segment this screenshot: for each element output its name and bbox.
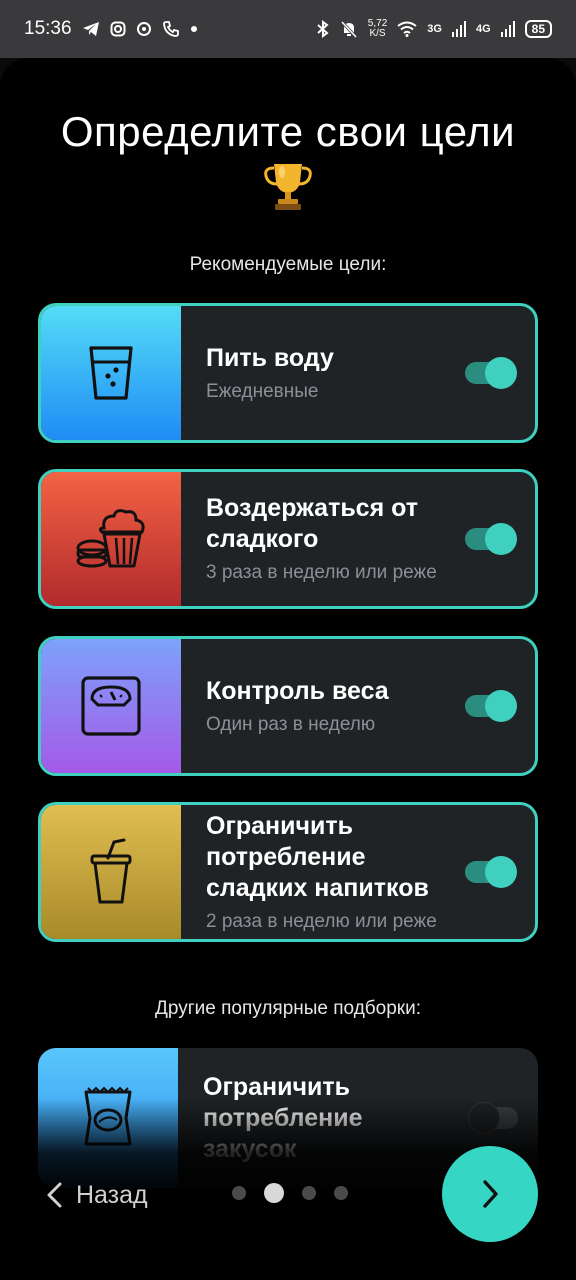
goal-toggle[interactable] [465,523,517,555]
page-dot [232,1186,246,1200]
goal-name: Ограничить потребление сладких напитков [206,811,429,902]
goal-text: Ограничить потребление сладких напитков … [206,805,451,939]
chevron-left-icon [47,1182,62,1208]
scale-icon [81,676,141,736]
page-dot [334,1186,348,1200]
goal-name: Контроль веса [206,676,389,705]
goal-name: Пить воду [206,343,334,372]
phone-call-icon [162,21,179,37]
toggle-knob [485,856,517,888]
goal-frequency: 2 раза в неделю или реже [206,910,437,932]
goal-thumb [41,805,181,939]
goal-card-sweets[interactable]: Воздержаться от сладкого 3 раза в неделю… [38,469,538,609]
status-time: 15:36 [24,18,72,39]
network-type-2: 4G [475,23,491,35]
chevron-right-icon [483,1180,498,1208]
telegram-icon [82,22,99,36]
goal-thumb [41,472,181,606]
goal-text: Воздержаться от сладкого 3 раза в неделю… [206,472,451,606]
app-notification-icon [136,22,151,36]
back-button[interactable]: Назад [44,1175,148,1215]
goal-card-water[interactable]: Пить воду Ежедневные [38,303,538,443]
goal-text: Пить воду Ежедневные [206,306,451,440]
signal-icon-2 [500,21,515,37]
bell-muted-icon [340,20,357,38]
goal-thumb [41,306,181,440]
bluetooth-icon [317,20,329,38]
battery-indicator: 85 [524,20,552,38]
page-dot-active [264,1183,284,1203]
goal-toggle[interactable] [465,690,517,722]
goal-text: Контроль веса Один раз в неделю [206,639,451,773]
next-button[interactable] [442,1146,538,1242]
page-title: Определите свои цели [60,108,516,155]
other-label: Другие популярные подборки: [154,998,422,1019]
recommended-label: Рекомендуемые цели: [189,254,387,275]
network-speed: 5,72 K/S [368,19,387,39]
network-type-1: 3G [427,23,442,35]
goal-frequency: Ежедневные [206,380,319,402]
page-dot [302,1186,316,1200]
signal-icon-1 [451,21,466,37]
back-label: Назад [76,1180,148,1209]
system-icons: 5,72 K/S 3G 4G 85 [316,19,552,39]
goal-card-sweet-drinks[interactable]: Ограничить потребление сладких напитков … [38,802,538,942]
wifi-icon [397,21,417,37]
goal-frequency: Один раз в неделю [206,713,376,735]
status-bar: 15:36 5,72 K/S 3G 4G 85 [0,0,576,58]
toggle-knob [485,357,517,389]
page-indicator [232,1183,366,1203]
dot-indicator-icon [190,26,197,32]
soda-cup-icon [90,838,132,904]
cake-icon [76,509,145,568]
water-glass-icon [89,346,133,400]
goal-toggle[interactable] [465,856,517,888]
goal-frequency: 3 раза в неделю или реже [206,562,437,583]
toggle-knob [485,523,517,555]
goal-toggle[interactable] [465,357,517,389]
notification-icons [82,20,198,38]
trophy-icon [264,164,312,210]
goal-thumb [41,639,181,773]
goal-card-weight[interactable]: Контроль веса Один раз в неделю [38,636,538,776]
toggle-knob [485,690,517,722]
speed-unit: K/S [369,28,386,39]
instagram-icon [110,21,126,37]
goals-sheet: Определите свои цели Рекомендуемые цели:… [0,58,576,1280]
goal-name: Воздержаться от сладкого [206,494,419,553]
